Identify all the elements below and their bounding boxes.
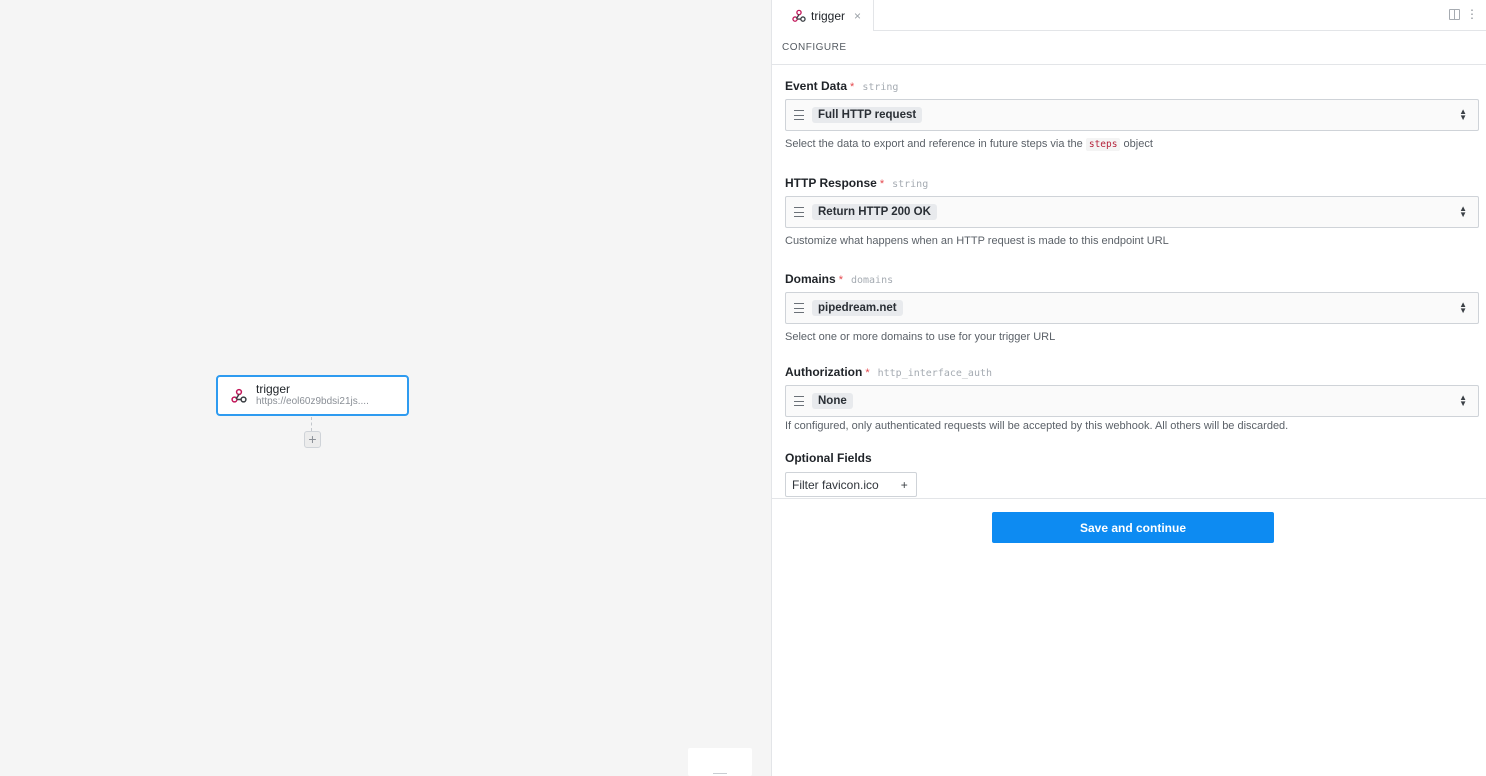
section-title: CONFIGURE [782,42,847,53]
plus-icon: + [900,477,908,492]
field-help: Select one or more domains to use for yo… [785,331,1056,343]
close-icon[interactable]: × [854,9,861,23]
list-icon [794,110,804,120]
selected-value: pipedream.net [812,300,903,316]
field-type: string [892,179,929,190]
field-help: Select the data to export and reference … [785,137,1479,152]
workflow-canvas[interactable]: trigger https://eol60z9bdsi21js.... + [0,0,771,776]
required-marker: * [838,274,843,286]
selected-value: None [812,393,853,409]
list-icon [794,396,804,406]
select-arrows-icon: ▲ ▼ [1459,300,1467,315]
help-text-end: object [1120,138,1153,150]
http-response-select[interactable]: Return HTTP 200 OK ▲ ▼ [785,196,1479,228]
selected-value: Return HTTP 200 OK [812,204,937,220]
trigger-node[interactable]: trigger https://eol60z9bdsi21js.... [216,375,409,416]
trigger-node-url: https://eol60z9bdsi21js.... [256,396,369,407]
tab-label: trigger [811,8,846,23]
field-type: http_interface_auth [877,368,992,379]
split-view-icon[interactable] [1449,8,1460,20]
optional-fields: Optional Fields Filter favicon.ico + [785,451,1479,497]
panel-tabbar: trigger × ⋮ [772,0,1486,31]
field-label: HTTP Response [785,176,877,190]
field-domains: Domains * domains pipedream.net ▲ ▼ Selec… [785,272,1479,344]
trigger-node-title: trigger [256,382,291,396]
webhook-icon [230,387,248,405]
select-arrows-icon: ▲ ▼ [1459,393,1467,408]
minimap[interactable] [688,748,752,776]
filter-favicon-button[interactable]: Filter favicon.ico + [785,472,917,497]
field-type: string [862,82,899,93]
optional-fields-label: Optional Fields [785,451,872,465]
minimap-indicator [713,773,727,774]
config-form: Event Data * string Full HTTP request ▲ ▼… [772,79,1486,497]
more-options-icon[interactable]: ⋮ [1466,8,1478,20]
field-authorization: Authorization * http_interface_auth None… [785,365,1479,433]
tab-trigger[interactable]: trigger × [772,0,875,31]
save-and-continue-button[interactable]: Save and continue [992,512,1274,543]
field-http-response: HTTP Response * string Return HTTP 200 O… [785,176,1479,248]
add-step-button[interactable]: + [304,431,321,448]
step-config-panel: trigger × ⋮ CONFIGURE Event Data * strin… [771,0,1486,776]
field-label: Authorization [785,365,863,379]
required-marker: * [865,367,870,379]
node-connector [311,417,312,431]
divider [772,498,1486,499]
optional-field-label: Filter favicon.ico [792,477,879,492]
field-label: Domains [785,272,836,286]
domains-select[interactable]: pipedream.net ▲ ▼ [785,292,1479,324]
field-help: If configured, only authenticated reques… [785,420,1289,432]
authorization-select[interactable]: None ▲ ▼ [785,385,1479,417]
select-arrows-icon: ▲ ▼ [1459,107,1467,122]
field-type: domains [850,275,894,286]
list-icon [794,207,804,217]
select-arrows-icon: ▲ ▼ [1459,204,1467,219]
required-marker: * [850,81,855,93]
help-text: Select the data to export and reference … [785,138,1086,150]
field-help: Customize what happens when an HTTP requ… [785,235,1169,247]
field-event-data: Event Data * string Full HTTP request ▲ ▼… [785,79,1479,152]
list-icon [794,303,804,313]
webhook-icon [792,9,806,23]
required-marker: * [879,178,885,190]
selected-value: Full HTTP request [812,107,923,123]
steps-code: steps [1085,138,1121,151]
event-data-select[interactable]: Full HTTP request ▲ ▼ [785,99,1479,131]
section-header: CONFIGURE [772,31,1486,65]
field-label: Event Data [785,79,848,93]
tab-actions: ⋮ [1449,8,1478,20]
